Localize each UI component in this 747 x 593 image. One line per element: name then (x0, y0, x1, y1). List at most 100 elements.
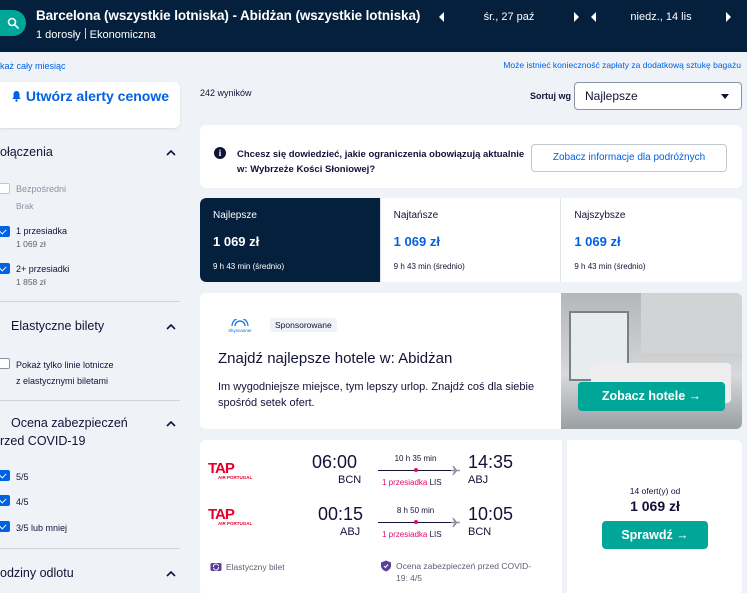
tab-best-duration: 9 h 43 min (średnio) (213, 262, 285, 271)
outbound-arrival-airport: ABJ (468, 474, 489, 486)
inbound-arrival-airport: BCN (468, 526, 492, 538)
next-return-date-icon[interactable] (722, 11, 734, 23)
covid-5-label: 5/5 (16, 472, 29, 482)
route-title[interactable]: Barcelona (wszystkie lotniska) - Abidżan… (36, 8, 420, 23)
tab-cheapest-title: Najtańsze (393, 210, 439, 221)
direct-label: Bezpośredni (16, 184, 67, 194)
two-plus-stops-checkbox[interactable] (0, 263, 10, 274)
skyscanner-logo: Skyscanner (222, 317, 258, 333)
sponsored-badge: Sponsorowane (270, 318, 337, 332)
travel-info-text: Chcesz się dowiedzieć, jakie ograniczeni… (237, 149, 525, 175)
two-plus-stops-price: 1 858 zł (16, 277, 46, 287)
covid-4-checkbox[interactable] (0, 495, 10, 506)
inbound-departure-airport: ABJ (340, 526, 361, 538)
prev-return-date-icon[interactable] (588, 11, 600, 23)
airline-logo-sub: AIR PORTUGAL (218, 521, 253, 526)
depart-date-nav: śr., 27 paź (436, 11, 582, 23)
next-depart-date-icon[interactable] (570, 11, 582, 23)
tab-fastest-price: 1 069 zł (574, 234, 621, 249)
divider (0, 548, 180, 549)
chevron-up-icon[interactable] (166, 148, 176, 158)
sort-select[interactable]: Najlepsze (574, 82, 742, 110)
stops-filter-title[interactable]: ołączenia (0, 145, 53, 159)
covid-5-checkbox[interactable] (0, 470, 10, 481)
inbound-departure-time: 00:15 (318, 504, 364, 524)
search-button[interactable] (0, 10, 26, 36)
passenger-count: 1 dorosły (36, 29, 81, 41)
inbound-via: LIS (429, 530, 442, 539)
skyscanner-logo-text: Skyscanner (228, 328, 252, 333)
hotel-ad-card: Skyscanner Sponsorowane Znajdź najlepsze… (200, 293, 742, 429)
sort-tabs: Najlepsze 1 069 zł 9 h 43 min (średnio) … (200, 198, 742, 282)
offers-count: 14 ofert(y) od (629, 486, 681, 496)
outbound-stops: 1 przesiadka LIS (382, 478, 442, 487)
flexible-ticket-label: Elastyczny bilet (226, 562, 285, 572)
travel-info-card: i Chcesz się dowiedzieć, jakie ogranicze… (200, 125, 742, 188)
covid-filter-title[interactable]: Ocena zabezpieczeń (11, 416, 128, 430)
cabin-class: Ekonomiczna (89, 29, 156, 41)
tab-fastest-duration: 9 h 43 min (średnio) (574, 262, 646, 271)
airline-logo: TAP AIR PORTUGAL (208, 506, 256, 530)
one-stop-checkbox[interactable] (0, 226, 10, 237)
see-hotels-button[interactable]: Zobacz hotele → (578, 382, 725, 411)
return-date-nav: niedz., 14 lis (588, 11, 734, 23)
tab-best-title: Najlepsze (213, 210, 257, 221)
prev-depart-date-icon[interactable] (436, 11, 448, 23)
chevron-up-icon[interactable] (166, 569, 176, 579)
airline-logo: TAP AIR PORTUGAL (208, 460, 256, 484)
outbound-duration: 10 h 35 min (394, 454, 437, 463)
airline-logo-sub: AIR PORTUGAL (218, 475, 253, 480)
two-plus-stops-label: 2+ przesiadki (16, 264, 70, 274)
divider (0, 301, 180, 302)
check-button[interactable]: Sprawdź → (602, 521, 708, 549)
flight-price: 1 069 zł (630, 498, 680, 514)
return-date[interactable]: niedz., 14 lis (600, 11, 722, 23)
outbound-departure-time: 06:00 (312, 452, 358, 472)
one-stop-price: 1 069 zł (16, 239, 46, 249)
one-stop-label: 1 przesiadka (16, 226, 68, 236)
flexible-filter-title[interactable]: Elastyczne bilety (11, 319, 104, 333)
sort-label: Sortuj wg (530, 91, 571, 101)
outbound-departure-airport: BCN (338, 474, 362, 486)
tab-best[interactable]: Najlepsze 1 069 zł 9 h 43 min (średnio) (200, 198, 381, 282)
sort-value: Najlepsze (585, 89, 638, 103)
plane-icon (450, 465, 461, 476)
plane-icon (450, 517, 461, 528)
covid-3-label: 3/5 lub mniej (16, 523, 68, 533)
departure-times-filter-title[interactable]: odziny odlotu (0, 566, 74, 580)
depart-date[interactable]: śr., 27 paź (448, 11, 570, 23)
price-alert-button[interactable]: Utwórz alerty cenowe (0, 82, 180, 128)
chevron-up-icon[interactable] (166, 322, 176, 332)
flight-result-card[interactable]: TAP AIR PORTUGAL 06:00 BCN 10 h 35 min 1… (200, 440, 742, 593)
results-count: 242 wyników (200, 88, 252, 98)
chevron-up-icon[interactable] (166, 419, 176, 429)
flexible-ticket-icon (210, 563, 222, 571)
direct-price: Brak (16, 201, 34, 211)
passenger-summary[interactable]: 1 dorosły Ekonomiczna (36, 28, 156, 41)
baggage-notice-link[interactable]: Może istnieć konieczność zapłaty za doda… (503, 60, 741, 70)
tab-cheapest-duration: 9 h 43 min (średnio) (393, 262, 465, 271)
outbound-stops-count: 1 przesiadka (382, 478, 428, 487)
tab-cheapest[interactable]: Najtańsze 1 069 zł 9 h 43 min (średnio) (381, 198, 562, 282)
inbound-duration: 8 h 50 min (396, 506, 435, 515)
info-icon: i (214, 147, 226, 159)
hotel-ad-title: Znajdź najlepsze hotele w: Abidżan (218, 350, 453, 367)
inbound-stops-count: 1 przesiadka (382, 530, 428, 539)
covid-filter-title-line2: rzed COVID-19 (0, 434, 86, 448)
flexible-checkbox[interactable] (0, 358, 10, 369)
whole-month-link[interactable]: każ cały miesiąc (0, 61, 66, 71)
tab-fastest[interactable]: Najszybsze 1 069 zł 9 h 43 min (średnio) (561, 198, 742, 282)
stop-dot (414, 520, 418, 524)
inbound-arrival-time: 10:05 (468, 504, 514, 524)
travel-info-button[interactable]: Zobacz informacje dla podróżnych (531, 144, 727, 172)
outbound-arrival-time: 14:35 (468, 452, 514, 472)
direct-checkbox[interactable] (0, 183, 10, 194)
tab-fastest-title: Najszybsze (574, 210, 626, 221)
covid-3-checkbox[interactable] (0, 521, 10, 532)
covid-4-label: 4/5 (16, 497, 29, 507)
covid-rating-line2: 19: 4/5 (396, 573, 422, 583)
bell-icon (11, 91, 21, 102)
caret-down-icon (721, 94, 729, 99)
hotel-ad-description: Im wygodniejsze miejsce, tym lepszy urlo… (218, 381, 535, 409)
outbound-leg: TAP AIR PORTUGAL 06:00 BCN 10 h 35 min 1… (200, 448, 560, 496)
